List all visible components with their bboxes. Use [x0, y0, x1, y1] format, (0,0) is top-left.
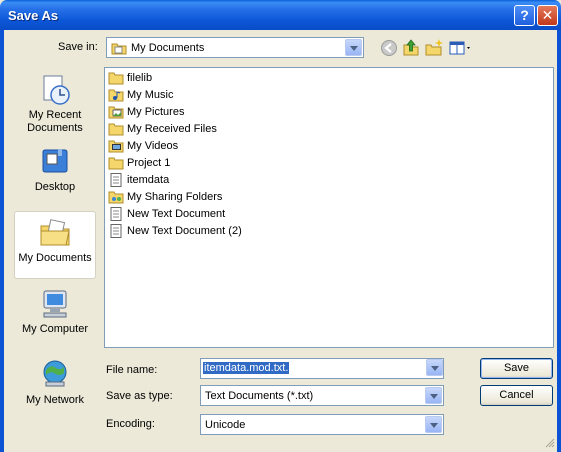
save-in-value: My Documents [131, 42, 205, 54]
my-documents-icon [40, 219, 70, 246]
music-folder-icon [108, 89, 124, 102]
new-folder-icon[interactable] [424, 38, 444, 58]
save-as-type-value: Text Documents (*.txt) [205, 390, 314, 402]
cancel-button[interactable]: Cancel [480, 385, 553, 406]
list-item[interactable]: My Pictures [108, 104, 184, 120]
chevron-down-icon[interactable] [425, 387, 442, 404]
save-as-type-dropdown[interactable]: Text Documents (*.txt) [200, 385, 444, 406]
window-frame-right [557, 30, 561, 452]
my-documents-icon [111, 43, 127, 55]
file-name-value: itemdata.mod.txt. [203, 362, 290, 374]
help-button[interactable]: ? [514, 5, 535, 26]
back-icon[interactable] [379, 38, 399, 58]
text-file-icon [110, 207, 122, 221]
close-button[interactable]: ✕ [537, 5, 558, 26]
save-button[interactable]: Save [480, 358, 553, 379]
save-as-type-label: Save as type: [106, 390, 173, 402]
place-label: My Network [25, 394, 85, 406]
window-title: Save As [8, 8, 59, 23]
file-name: filelib [127, 72, 153, 84]
file-name: New Text Document [127, 208, 226, 220]
encoding-value: Unicode [205, 419, 246, 431]
place-label: Desktop [34, 181, 76, 193]
list-item[interactable]: Project 1 [108, 155, 170, 171]
my-network-icon [43, 360, 67, 387]
up-folder-icon[interactable] [401, 38, 421, 58]
place-my-network[interactable]: My Network [14, 354, 96, 422]
file-name-label: File name: [106, 364, 158, 376]
list-item[interactable]: New Text Document [108, 206, 225, 222]
file-name: My Received Files [127, 123, 217, 135]
list-item[interactable]: My Received Files [108, 121, 217, 137]
list-item[interactable]: My Sharing Folders [108, 189, 222, 205]
desktop-icon [42, 149, 68, 173]
file-name: My Videos [127, 140, 179, 152]
encoding-dropdown[interactable]: Unicode [200, 414, 444, 435]
text-file-icon [110, 224, 122, 238]
folder-icon [108, 72, 124, 85]
save-in-label: Save in: [58, 41, 98, 53]
places-bar: My Recent Documents Desktop My Documents… [12, 65, 97, 448]
file-name: My Music [127, 89, 174, 101]
chevron-down-icon[interactable] [426, 359, 443, 376]
list-item[interactable]: itemdata [108, 172, 169, 188]
text-file-icon [110, 173, 122, 187]
file-name: itemdata [127, 174, 170, 186]
file-name-input[interactable]: itemdata.mod.txt. [200, 358, 444, 379]
chevron-down-icon[interactable] [425, 416, 442, 433]
file-name: My Pictures [127, 106, 185, 118]
place-my-computer[interactable]: My Computer [14, 283, 96, 351]
chevron-down-icon[interactable] [345, 39, 362, 56]
my-computer-icon [43, 290, 67, 318]
list-item[interactable]: My Music [108, 87, 173, 103]
recent-documents-icon [43, 75, 70, 105]
folder-icon [108, 157, 124, 170]
videos-folder-icon [108, 140, 124, 153]
folder-icon [108, 123, 124, 136]
title-bar: Save As ? ✕ [0, 0, 561, 30]
place-label: My Recent Documents [27, 109, 83, 134]
save-in-dropdown[interactable]: My Documents [106, 37, 364, 58]
list-item[interactable]: New Text Document (2) [108, 223, 242, 239]
file-name: My Sharing Folders [127, 191, 223, 203]
file-list[interactable]: filelib My Music My Pictures My Received… [104, 67, 554, 348]
place-label: My Documents [18, 252, 92, 264]
views-menu-icon[interactable] [448, 38, 474, 58]
file-name-dropdown[interactable] [425, 358, 444, 379]
list-item[interactable]: filelib [108, 70, 152, 86]
window-frame-left [0, 30, 4, 452]
list-item[interactable]: My Videos [108, 138, 178, 154]
file-name: Project 1 [127, 157, 171, 169]
sharing-folder-icon [108, 191, 124, 204]
pictures-folder-icon [108, 106, 124, 119]
place-my-documents[interactable]: My Documents [14, 211, 96, 279]
encoding-label: Encoding: [106, 418, 155, 430]
place-my-recent-documents[interactable]: My Recent Documents [14, 69, 96, 137]
resize-grip-icon[interactable] [545, 438, 555, 448]
place-label: My Computer [21, 323, 89, 335]
place-desktop[interactable]: Desktop [14, 141, 96, 209]
file-name: New Text Document (2) [127, 225, 242, 237]
